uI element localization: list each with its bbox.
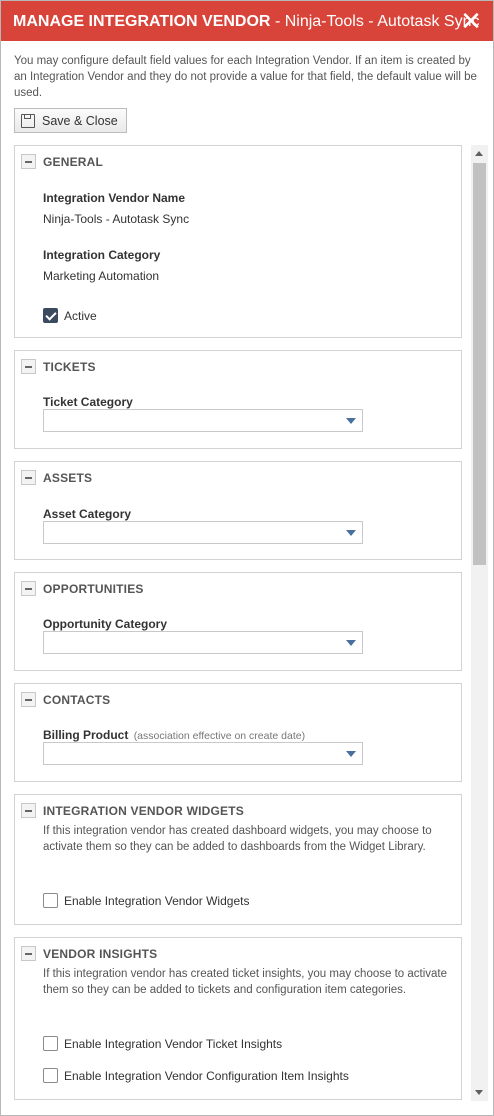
- section-vendor-insights-header[interactable]: VENDOR INSIGHTS: [21, 946, 157, 961]
- chevron-down-icon: [346, 418, 356, 424]
- integration-category-value: Marketing Automation: [43, 269, 160, 283]
- collapse-icon[interactable]: [21, 692, 36, 707]
- enable-widgets-checkbox[interactable]: [43, 893, 58, 908]
- widgets-description: If this integration vendor has created d…: [43, 825, 432, 853]
- vendor-name-value: Ninja-Tools - Autotask Sync: [43, 212, 190, 226]
- enable-ci-insights-row[interactable]: Enable Integration Vendor Configuration …: [43, 1068, 349, 1083]
- scrollbar-thumb[interactable]: [473, 163, 486, 565]
- scroll-up-icon[interactable]: [471, 145, 488, 162]
- collapse-icon[interactable]: [21, 803, 36, 818]
- chevron-down-icon: [346, 530, 356, 536]
- save-and-close-button[interactable]: Save & Close: [14, 108, 127, 133]
- title-bar: MANAGE INTEGRATION VENDOR - Ninja-Tools …: [1, 1, 493, 41]
- section-opportunities-header[interactable]: OPPORTUNITIES: [21, 581, 144, 596]
- intro-text: You may configure default field values f…: [14, 55, 477, 99]
- enable-widgets-row[interactable]: Enable Integration Vendor Widgets: [43, 893, 249, 908]
- collapse-icon[interactable]: [21, 359, 36, 374]
- enable-ticket-insights-row[interactable]: Enable Integration Vendor Ticket Insight…: [43, 1036, 282, 1051]
- opportunity-category-select[interactable]: [43, 631, 363, 654]
- insights-description: If this integration vendor has created t…: [43, 968, 447, 996]
- enable-ticket-insights-checkbox[interactable]: [43, 1036, 58, 1051]
- dialog-title: MANAGE INTEGRATION VENDOR - Ninja-Tools …: [13, 13, 479, 31]
- section-title: VENDOR INSIGHTS: [43, 946, 158, 961]
- close-icon[interactable]: ✕: [459, 7, 483, 35]
- integration-category-label: Integration Category: [43, 248, 161, 262]
- enable-ci-insights-checkbox[interactable]: [43, 1068, 58, 1083]
- section-title: INTEGRATION VENDOR WIDGETS: [43, 803, 244, 818]
- section-assets-header[interactable]: ASSETS: [21, 470, 92, 485]
- ticket-category-select[interactable]: [43, 409, 363, 432]
- billing-product-label-text: Billing Product: [43, 728, 129, 742]
- enable-ticket-insights-label: Enable Integration Vendor Ticket Insight…: [64, 1036, 283, 1051]
- enable-widgets-label: Enable Integration Vendor Widgets: [64, 893, 250, 908]
- vendor-name-label: Integration Vendor Name: [43, 191, 186, 205]
- billing-product-hint: (association effective on create date): [133, 730, 306, 742]
- section-widgets-header[interactable]: INTEGRATION VENDOR WIDGETS: [21, 803, 244, 818]
- section-title: GENERAL: [43, 154, 104, 169]
- section-widgets: INTEGRATION VENDOR WIDGETS If this integ…: [14, 794, 462, 925]
- enable-ci-insights-label: Enable Integration Vendor Configuration …: [64, 1068, 349, 1083]
- section-title: TICKETS: [43, 359, 96, 374]
- collapse-icon[interactable]: [21, 946, 36, 961]
- section-contacts: CONTACTS Billing Product (association ef…: [14, 683, 462, 782]
- scroll-down-icon[interactable]: [471, 1084, 488, 1101]
- scroll-area: GENERAL Integration Vendor Name Ninja-To…: [1, 145, 493, 1101]
- section-title: CONTACTS: [43, 692, 111, 707]
- section-title: ASSETS: [43, 470, 93, 485]
- billing-product-label: Billing Product (association effective o…: [43, 728, 305, 742]
- section-tickets-header[interactable]: TICKETS: [21, 359, 96, 374]
- opportunity-category-label: Opportunity Category: [43, 617, 168, 631]
- active-checkbox-row[interactable]: Active: [43, 308, 97, 323]
- asset-category-select[interactable]: [43, 521, 363, 544]
- dialog-title-sub: - Ninja-Tools - Autotask Sync: [274, 13, 480, 30]
- active-label: Active: [64, 308, 97, 323]
- save-icon: [21, 113, 35, 128]
- save-and-close-label: Save & Close: [42, 113, 118, 128]
- billing-product-select[interactable]: [43, 742, 363, 765]
- vertical-scrollbar[interactable]: [471, 145, 488, 1101]
- ticket-category-label: Ticket Category: [43, 395, 133, 409]
- section-title: OPPORTUNITIES: [43, 581, 144, 596]
- chevron-down-icon: [346, 751, 356, 757]
- section-opportunities: OPPORTUNITIES Opportunity Category: [14, 572, 462, 671]
- chevron-down-icon: [346, 640, 356, 646]
- active-checkbox[interactable]: [43, 308, 58, 323]
- section-general-header[interactable]: GENERAL: [21, 154, 103, 169]
- section-assets: ASSETS Asset Category: [14, 461, 462, 560]
- section-vendor-insights: VENDOR INSIGHTS If this integration vend…: [14, 937, 462, 1100]
- section-contacts-header[interactable]: CONTACTS: [21, 692, 110, 707]
- collapse-icon[interactable]: [21, 470, 36, 485]
- collapse-icon[interactable]: [21, 581, 36, 596]
- dialog-title-main: MANAGE INTEGRATION VENDOR: [13, 13, 271, 30]
- manage-integration-vendor-dialog: MANAGE INTEGRATION VENDOR - Ninja-Tools …: [0, 0, 494, 1116]
- collapse-icon[interactable]: [21, 154, 36, 169]
- asset-category-label: Asset Category: [43, 507, 132, 521]
- section-tickets: TICKETS Ticket Category: [14, 350, 462, 449]
- section-general: GENERAL Integration Vendor Name Ninja-To…: [14, 145, 462, 338]
